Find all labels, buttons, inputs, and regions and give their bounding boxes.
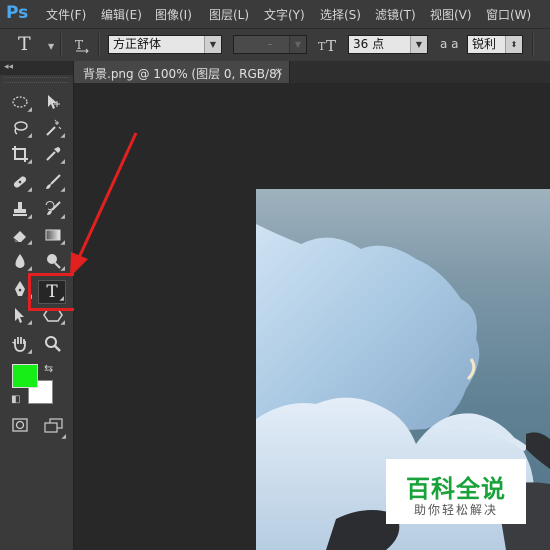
zoom-tool-icon[interactable] (40, 334, 66, 356)
separator (60, 33, 62, 57)
document-tab[interactable]: 背景.png @ 100% (图层 0, RGB/8) × (73, 61, 290, 83)
menu-view[interactable]: 视图(V) (430, 6, 472, 23)
text-tool-preset-icon[interactable]: T (18, 33, 31, 55)
svg-text:T: T (326, 37, 336, 53)
blur-tool-icon[interactable]: ◢ (7, 251, 33, 273)
watermark-title: 百科全说 (406, 475, 506, 503)
marquee-tool-icon[interactable]: ◢ (7, 92, 33, 114)
menu-window[interactable]: 窗口(W) (486, 6, 531, 23)
toolbox-grip[interactable] (4, 77, 69, 83)
menu-file[interactable]: 文件(F) (46, 6, 86, 23)
lasso-tool-icon[interactable]: ◢ (7, 118, 33, 140)
dropdown-arrow-icon: ▼ (204, 36, 221, 53)
dodge-tool-icon[interactable]: ◢ (40, 251, 66, 273)
font-family-value: 方正舒体 (113, 37, 162, 51)
menu-bar: Ps 文件(F) 编辑(E) 图像(I) 图层(L) 文字(Y) 选择(S) 滤… (0, 0, 550, 29)
gradient-tool-icon[interactable]: ◢ (40, 225, 66, 247)
magic-wand-tool-icon[interactable]: ◢ (40, 118, 66, 140)
photoshop-logo: Ps (6, 3, 29, 23)
toggle-orientation-icon[interactable]: T (73, 36, 91, 58)
watermark-subtitle: 助你轻松解决 (413, 503, 498, 517)
options-bar: T ▼ T 方正舒体 ▼ - ▼ TT 36 点 ▼ a a 锐利 ⬍ (0, 29, 550, 62)
menu-filter[interactable]: 滤镜(T) (375, 6, 416, 23)
history-brush-tool-icon[interactable]: ◢ (40, 199, 66, 221)
crop-tool-icon[interactable]: ◢ (7, 144, 33, 166)
hand-tool-icon[interactable]: ◢ (7, 334, 33, 356)
svg-text:T: T (75, 38, 83, 52)
screen-mode-icon[interactable]: ◢ (44, 418, 66, 440)
menu-layer[interactable]: 图层(L) (209, 6, 249, 23)
menu-type[interactable]: 文字(Y) (264, 6, 305, 23)
separator (98, 33, 100, 57)
document-tab-bar: 背景.png @ 100% (图层 0, RGB/8) × (73, 61, 550, 83)
watermark-box: 百科全说 助你轻松解决 (386, 459, 526, 524)
close-icon[interactable]: × (274, 65, 283, 78)
font-size-value: 36 点 (353, 37, 385, 51)
default-colors-icon[interactable]: ◧ (11, 394, 20, 405)
menu-edit[interactable]: 编辑(E) (101, 6, 142, 23)
collapse-icon[interactable]: ◂◂ (4, 62, 13, 72)
font-style-value: - (267, 37, 273, 51)
dropdown-arrow-icon: ⬍ (505, 36, 522, 53)
menu-image[interactable]: 图像(I) (155, 6, 192, 23)
foreground-color-swatch-top[interactable] (12, 364, 38, 388)
font-family-select[interactable]: 方正舒体 ▼ (108, 35, 222, 54)
preset-caret-icon[interactable]: ▼ (48, 42, 54, 51)
svg-text:T: T (318, 40, 326, 53)
dropdown-arrow-icon: ▼ (289, 36, 306, 53)
anti-alias-icon: a a (440, 37, 459, 51)
eraser-tool-icon[interactable]: ◢ (7, 225, 33, 247)
menu-select[interactable]: 选择(S) (320, 6, 361, 23)
swap-colors-icon[interactable]: ⇆ (44, 362, 53, 375)
healing-brush-tool-icon[interactable]: ◢ (7, 172, 33, 194)
clone-stamp-tool-icon[interactable]: ◢ (7, 199, 33, 221)
dropdown-arrow-icon: ▼ (410, 36, 427, 53)
document-tab-title: 背景.png @ 100% (图层 0, RGB/8) (83, 67, 282, 81)
anti-alias-value: 锐利 (472, 37, 497, 51)
font-size-icon: TT (318, 37, 338, 57)
quick-mask-icon[interactable] (12, 418, 28, 436)
separator (532, 33, 534, 57)
move-tool-icon[interactable] (40, 92, 66, 114)
font-style-select[interactable]: - ▼ (233, 35, 307, 54)
font-size-field[interactable]: 36 点 ▼ (348, 35, 428, 54)
anti-alias-select[interactable]: 锐利 ⬍ (467, 35, 523, 54)
brush-tool-icon[interactable]: ◢ (40, 172, 66, 194)
toolbox-header: ◂◂ (0, 61, 73, 75)
eyedropper-tool-icon[interactable]: ◢ (40, 144, 66, 166)
